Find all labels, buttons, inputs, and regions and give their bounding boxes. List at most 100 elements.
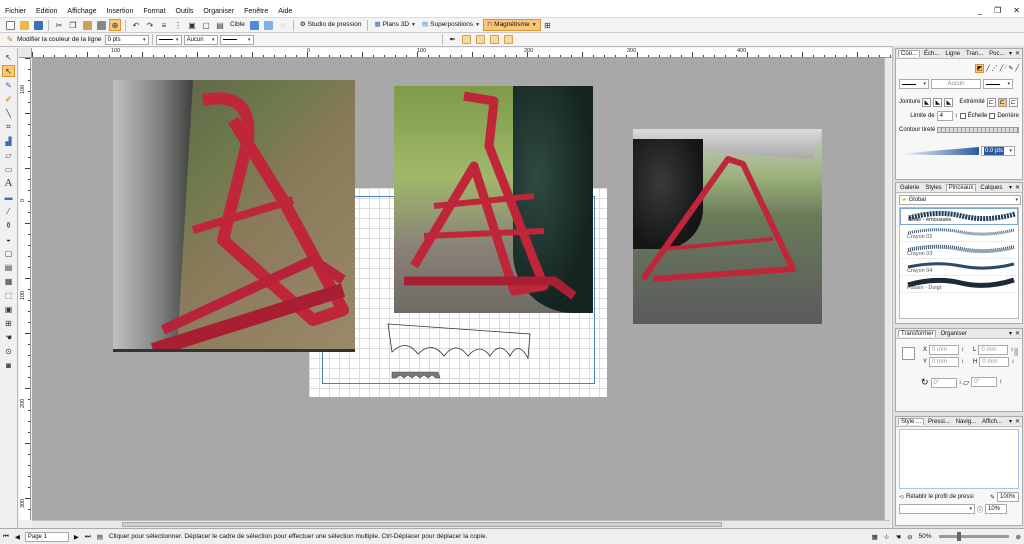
width-slider[interactable]: [899, 147, 979, 155]
photo-wheel-chock-1[interactable]: [113, 80, 355, 352]
tab-calques[interactable]: Calques: [978, 185, 1004, 191]
join-bevel-icon[interactable]: ◣: [944, 97, 954, 107]
tab-style[interactable]: Style ...: [898, 418, 925, 425]
link-proportions-icon[interactable]: ⫼: [1014, 347, 1018, 358]
paste-icon[interactable]: [81, 19, 93, 31]
panel-menu-icon[interactable]: ▾: [1009, 50, 1012, 57]
gradient-tool-icon[interactable]: ▤: [2, 261, 15, 273]
shape-icon-3[interactable]: [489, 34, 501, 46]
anchor-box[interactable]: [902, 347, 915, 360]
line-end-select[interactable]: ▾: [219, 34, 254, 45]
mesh-tool-icon[interactable]: ⊞: [2, 317, 15, 329]
distribute-icon[interactable]: ⋮: [172, 19, 184, 31]
pressure-value-1[interactable]: 100%: [997, 492, 1019, 502]
menu-outils[interactable]: Outils: [171, 6, 199, 18]
arrow-style-select[interactable]: Aucun ▾: [183, 34, 218, 45]
tab-galerie[interactable]: Galerie: [898, 185, 921, 191]
line-color-icon[interactable]: ✎: [4, 34, 16, 46]
select-arrow-icon[interactable]: ↖: [2, 51, 15, 63]
panel-close-icon[interactable]: ✕: [1015, 418, 1020, 425]
stroke-style-4[interactable]: ╱: [1000, 65, 1004, 72]
stroke-style-5[interactable]: ⁄: [1005, 65, 1006, 71]
save-icon[interactable]: [32, 19, 44, 31]
brush-list[interactable]: Craie - émoussée Crayon 02 Crayon 03 Cra…: [899, 207, 1019, 319]
tab-affichage[interactable]: Affich...: [980, 419, 1004, 425]
tab-navigateur[interactable]: Navig...: [954, 419, 978, 425]
width-input[interactable]: 0.0 pts ▾: [981, 146, 1015, 156]
cube-tool-icon[interactable]: ⬚: [2, 289, 15, 301]
hand-tool-icon[interactable]: ☚: [2, 331, 15, 343]
pen-icon[interactable]: ✒: [447, 34, 459, 46]
stroke-style-7[interactable]: ╱: [1015, 65, 1019, 72]
brush-item-fusain[interactable]: Fusain - Doigt: [900, 276, 1018, 293]
group-icon[interactable]: ▣: [186, 19, 198, 31]
open-folder-icon[interactable]: [18, 19, 30, 31]
line-width-field[interactable]: 0 pts ▾: [104, 34, 149, 45]
menu-edition[interactable]: Edition: [31, 6, 62, 18]
stroke-style-3[interactable]: ⋰: [992, 65, 998, 72]
line-tool-icon[interactable]: ╲: [2, 107, 15, 119]
cap-butt-icon[interactable]: ⊏: [986, 97, 996, 107]
cible-button[interactable]: Cible: [227, 19, 248, 31]
zoom-in-icon[interactable]: ⊕: [1013, 533, 1024, 541]
fill-tool-icon[interactable]: ▬: [2, 191, 15, 203]
ungroup-icon[interactable]: ▢: [200, 19, 212, 31]
tab-organiser[interactable]: Organiser: [938, 331, 968, 337]
menu-aide[interactable]: Aide: [273, 6, 297, 18]
cap-round-icon[interactable]: ⊏: [997, 97, 1007, 107]
menu-affichage[interactable]: Affichage: [62, 6, 101, 18]
menu-insertion[interactable]: Insertion: [101, 6, 138, 18]
panel-close-icon[interactable]: ✕: [1015, 184, 1020, 191]
menu-organiser[interactable]: Organiser: [198, 6, 239, 18]
crop-tool-icon[interactable]: ⌗: [2, 121, 15, 133]
stamp-tool-icon[interactable]: ▟: [2, 135, 15, 147]
undo-icon[interactable]: ↶: [130, 19, 142, 31]
shape-icon-2[interactable]: [475, 34, 487, 46]
h-input[interactable]: 0 mm: [979, 357, 1010, 367]
panel-menu-icon[interactable]: ▾: [1009, 184, 1012, 191]
arrow-select[interactable]: Aucun: [931, 79, 981, 89]
pen-tool-icon[interactable]: ✎: [2, 79, 15, 91]
pressure-select[interactable]: ▾: [899, 504, 975, 514]
brush-item-craie[interactable]: Craie - émoussée: [900, 208, 1018, 225]
brush-item-crayon-04[interactable]: Crayon 04: [900, 259, 1018, 276]
view-mode-icon[interactable]: ▦: [869, 533, 881, 541]
shape-icon-4[interactable]: [503, 34, 515, 46]
cut-icon[interactable]: ✂: [53, 19, 65, 31]
panel-close-icon[interactable]: ✕: [1015, 50, 1020, 57]
copy-icon[interactable]: ❐: [67, 19, 79, 31]
chart-tool-icon[interactable]: ▦: [2, 275, 15, 287]
options-icon[interactable]: ⊞: [542, 19, 554, 31]
tab-transformer[interactable]: Transformer: [898, 330, 937, 337]
dash-pattern-strip[interactable]: [937, 127, 1019, 133]
panel-menu-icon[interactable]: ▾: [1009, 418, 1012, 425]
drawn-shapes[interactable]: [382, 320, 542, 390]
cap-square-icon[interactable]: ⊏: [1008, 97, 1018, 107]
skew-spin-icon[interactable]: ↕: [999, 379, 1002, 385]
reset-pressure-label[interactable]: Rétablir le profil de pressi: [906, 494, 988, 500]
camera-tool-icon[interactable]: ◙: [2, 359, 15, 371]
menu-fichier[interactable]: Fichier: [0, 6, 31, 18]
target-icon-3[interactable]: ◌: [277, 19, 289, 31]
tab-pochoir[interactable]: Poc...: [987, 51, 1006, 57]
y-input[interactable]: 0 mm: [929, 357, 960, 367]
studio-pression-button[interactable]: ⚙ Studio de pression: [297, 19, 365, 31]
redo-icon[interactable]: ↷: [144, 19, 156, 31]
transparency-tool-icon[interactable]: ◒: [2, 233, 15, 245]
stroke-style-1[interactable]: ◩: [975, 63, 985, 73]
h-spin-icon[interactable]: ↕: [1011, 359, 1014, 365]
prev-page-icon[interactable]: ◀: [12, 533, 23, 541]
line-style-select[interactable]: ▾: [155, 34, 182, 45]
plans-3d-button[interactable]: ▦ Plans 3D ▼: [371, 19, 418, 31]
photo-wheel-chock-3[interactable]: [633, 129, 822, 324]
reset-icon[interactable]: ⟲: [899, 494, 904, 501]
brush-category-select[interactable]: ▰ Global ▾: [899, 195, 1021, 205]
horizontal-scroll-thumb[interactable]: [122, 522, 722, 527]
zoom-slider-thumb[interactable]: [956, 532, 961, 541]
page-selector[interactable]: Page 1: [24, 531, 69, 542]
end-line-select[interactable]: ▾: [983, 79, 1013, 89]
rectangle-tool-icon[interactable]: ▭: [2, 163, 15, 175]
last-page-icon[interactable]: ⏭: [82, 533, 94, 541]
bring-front-icon[interactable]: ▤: [214, 19, 226, 31]
rotation-input[interactable]: 0°: [930, 377, 957, 388]
